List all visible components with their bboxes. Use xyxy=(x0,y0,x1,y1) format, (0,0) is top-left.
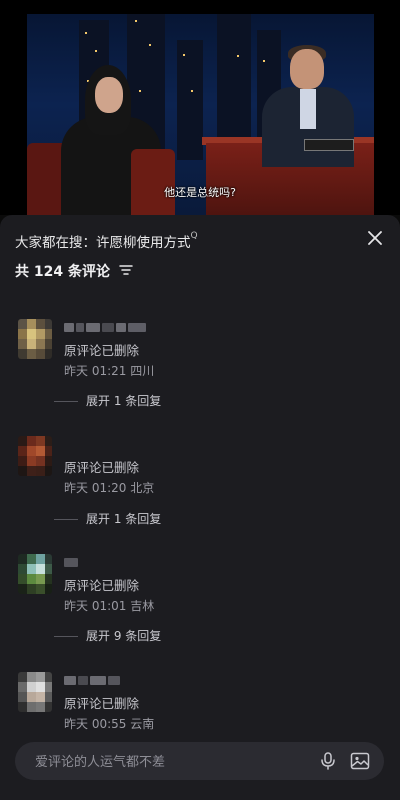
expand-replies-label[interactable]: 展开 9 条回复 xyxy=(86,629,161,643)
comment-input-bar xyxy=(15,742,384,782)
expand-replies-label[interactable]: 展开 1 条回复 xyxy=(86,394,161,408)
close-icon[interactable] xyxy=(364,227,386,249)
comment-text: 原评论已删除 xyxy=(64,696,140,711)
avatar[interactable] xyxy=(18,436,52,476)
comment-text: 原评论已删除 xyxy=(64,343,140,358)
comment-meta: 昨天 01:20 北京 xyxy=(64,481,155,495)
divider-line xyxy=(54,519,78,520)
username-pixelated[interactable] xyxy=(64,558,78,567)
comment-count-label: 共 124 条评论 xyxy=(15,264,110,280)
comment-meta: 昨天 01:01 吉林 xyxy=(64,599,155,613)
comment-input[interactable] xyxy=(33,742,297,782)
username-pixelated[interactable] xyxy=(64,323,146,332)
comment-count: 共 124 条评论 xyxy=(15,261,133,281)
expand-replies-button[interactable]: 展开 9 条回复 xyxy=(54,627,161,644)
video-player[interactable]: 他还是总统吗? xyxy=(0,0,400,215)
comment-text: 原评论已删除 xyxy=(64,578,140,593)
trending-search-term[interactable]: 许愿柳使用方式 xyxy=(96,235,191,251)
video-subtitle: 他还是总统吗? xyxy=(164,186,236,199)
comment-panel: 大家都在搜：许愿柳使用方式Q 共 124 条评论 原评论已删除 昨天 01:21… xyxy=(0,215,400,800)
expand-replies-label[interactable]: 展开 1 条回复 xyxy=(86,512,161,526)
trending-search[interactable]: 大家都在搜：许愿柳使用方式Q xyxy=(15,231,198,251)
trending-search-prefix: 大家都在搜： xyxy=(15,235,96,251)
username-pixelated[interactable] xyxy=(64,676,120,685)
avatar[interactable] xyxy=(18,672,52,712)
comment-text: 原评论已删除 xyxy=(64,460,140,475)
image-icon[interactable] xyxy=(349,750,371,772)
expand-replies-button[interactable]: 展开 1 条回复 xyxy=(54,392,161,409)
expand-replies-button[interactable]: 展开 1 条回复 xyxy=(54,510,161,527)
search-superscript-icon: Q xyxy=(190,231,198,241)
avatar[interactable] xyxy=(18,319,52,359)
divider-line xyxy=(54,636,78,637)
divider-line xyxy=(54,401,78,402)
microphone-icon[interactable] xyxy=(318,751,338,771)
skyline-building xyxy=(177,40,203,160)
sort-filter-icon[interactable] xyxy=(119,264,133,280)
chair xyxy=(131,149,175,215)
nameplate xyxy=(304,139,354,151)
comment-meta: 昨天 00:55 云南 xyxy=(64,717,155,731)
avatar[interactable] xyxy=(18,554,52,594)
comment-meta: 昨天 01:21 四川 xyxy=(64,364,155,378)
